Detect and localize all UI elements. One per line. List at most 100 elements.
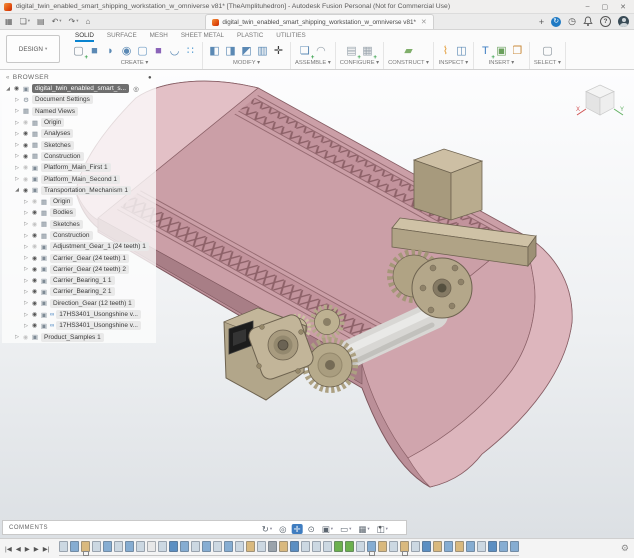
timeline-step-back-button[interactable]: ◀ (16, 545, 21, 553)
recent-files-icon[interactable]: ◷ (568, 17, 576, 26)
collapsed-arrow-icon[interactable]: ▷ (23, 300, 29, 306)
carrier-bearing-flange[interactable] (412, 258, 472, 318)
browser-item-platform-main-first-1[interactable]: ▷◉▣Platform_Main_First 1 (2, 162, 156, 173)
help-icon[interactable]: ? (600, 16, 611, 27)
timeline-feature-icon[interactable] (268, 541, 277, 552)
timeline-feature-icon[interactable] (389, 541, 398, 552)
browser-item-direction-gear-12-teeth-1[interactable]: ▷◉▣Direction_Gear (12 teeth) 1 (2, 298, 156, 309)
stepper-motor-right[interactable] (392, 149, 536, 266)
collapsed-arrow-icon[interactable]: ▷ (14, 142, 20, 148)
ribbon-group-label-create[interactable]: CREATE ▾ (121, 60, 149, 68)
expanded-arrow-icon[interactable]: ◢ (14, 187, 20, 193)
ribbon-tab-sheet-metal[interactable]: SHEET METAL (181, 32, 224, 42)
collapsed-arrow-icon[interactable]: ▷ (14, 153, 20, 159)
timeline-feature-icon[interactable] (488, 541, 497, 552)
move-icon[interactable]: ✛ (271, 43, 286, 60)
visibility-eye-icon[interactable]: ◉ (31, 300, 38, 307)
browser-item-named-views[interactable]: ▷▦Named Views (2, 106, 156, 117)
browser-item-carrier-gear-24-teeth-2[interactable]: ▷◉▣Carrier_Gear (24 teeth) 2 (2, 264, 156, 275)
browser-item-product-samples-1[interactable]: ▷◉▣Product_Samples 1 (2, 332, 156, 343)
timeline-feature-icon[interactable] (356, 541, 365, 552)
collapsed-arrow-icon[interactable]: ▷ (23, 278, 29, 284)
job-status-icon[interactable]: ↻ (551, 17, 561, 27)
extrude-icon[interactable]: ■ (87, 43, 102, 60)
timeline-feature-icon[interactable] (70, 541, 79, 552)
section-analysis-icon[interactable]: ◫ (454, 43, 469, 60)
sweep-icon[interactable]: ◉ (119, 43, 134, 60)
timeline-step-forward-button[interactable]: ▶ (34, 545, 39, 553)
model-canvas[interactable]: « BROWSER ● ◢◉▣digital_twin_enabled_smar… (0, 70, 634, 538)
viewcube-x-label[interactable]: X (576, 107, 580, 113)
collapsed-arrow-icon[interactable]: ▷ (23, 233, 29, 239)
browser-item-platform-main-second-1[interactable]: ▷◉▣Platform_Main_Second 1 (2, 173, 156, 184)
ribbon-tab-utilities[interactable]: UTILITIES (276, 32, 305, 42)
browser-item-origin[interactable]: ▷◉▦Origin (2, 196, 156, 207)
timeline-feature-icon[interactable] (191, 541, 200, 552)
collapsed-arrow-icon[interactable]: ▷ (23, 210, 29, 216)
timeline-feature-icon[interactable] (158, 541, 167, 552)
timeline-feature-icon[interactable] (466, 541, 475, 552)
fillet-icon[interactable]: ◨ (223, 43, 238, 60)
configuration-table-icon[interactable]: ▦+ (360, 43, 375, 60)
timeline-feature-icon[interactable] (312, 541, 321, 552)
patch-icon[interactable]: ◡ (167, 43, 182, 60)
create-sketch-icon[interactable]: ▢+ (71, 43, 86, 60)
visibility-eye-icon[interactable]: ◉ (31, 232, 38, 239)
browser-item-17hs3401-usongshine-v[interactable]: ▷◉▣∞17HS3401_Usongshine v... (2, 309, 156, 320)
timeline-feature-icon[interactable] (125, 541, 134, 552)
timeline-feature-icon[interactable] (345, 541, 354, 552)
visibility-eye-icon[interactable]: ◉ (13, 85, 20, 92)
display-settings-icon[interactable]: ▭▾ (338, 524, 353, 535)
collapsed-arrow-icon[interactable]: ▷ (23, 221, 29, 227)
viewcube-y-label[interactable]: Y (620, 107, 624, 113)
visibility-eye-icon[interactable]: ◉ (22, 187, 29, 194)
collapsed-arrow-icon[interactable]: ▷ (14, 108, 20, 114)
timeline-feature-icon[interactable] (169, 541, 178, 552)
timeline-feature-icon[interactable] (213, 541, 222, 552)
timeline-feature-icon[interactable] (477, 541, 486, 552)
timeline-feature-icon[interactable] (334, 541, 343, 552)
ribbon-group-label-construct[interactable]: CONSTRUCT ▾ (388, 60, 429, 68)
ribbon-tab-plastic[interactable]: PLASTIC (237, 32, 263, 42)
visibility-eye-icon[interactable]: ◉ (22, 334, 29, 341)
timeline-feature-icon[interactable] (103, 541, 112, 552)
undo-icon[interactable]: ↶▾ (52, 18, 62, 26)
collapsed-arrow-icon[interactable]: ▷ (14, 131, 20, 137)
timeline-feature-icon[interactable] (92, 541, 101, 552)
ribbon-group-label-modify[interactable]: MODIFY ▾ (233, 60, 260, 68)
visibility-eye-icon[interactable]: ◉ (22, 119, 29, 126)
save-icon[interactable]: ▤ (37, 18, 45, 26)
browser-item-sketches[interactable]: ▷◉▦Sketches (2, 139, 156, 150)
timeline-feature-icon[interactable] (180, 541, 189, 552)
grid-layout-icon[interactable]: ▦▾ (356, 524, 371, 535)
viewports-icon[interactable]: ◫▾ (375, 524, 390, 535)
minimize-button[interactable]: – (586, 3, 590, 11)
joint-icon[interactable]: ◠ (313, 43, 328, 60)
timeline-feature-icon[interactable] (444, 541, 453, 552)
visibility-eye-icon[interactable]: ◉ (31, 243, 38, 250)
ribbon-group-label-insert[interactable]: INSERT ▾ (489, 60, 515, 68)
zoom-icon[interactable]: ⊙ (306, 524, 317, 535)
timeline-feature-icon[interactable] (246, 541, 255, 552)
timeline-feature-icon[interactable] (224, 541, 233, 552)
visibility-eye-icon[interactable]: ◉ (31, 255, 38, 262)
pan-icon[interactable]: ✛ (292, 524, 303, 535)
browser-item-construction[interactable]: ▷◉▦Construction (2, 151, 156, 162)
timeline-settings-gear-icon[interactable]: ⚙ (621, 543, 629, 554)
select-icon[interactable]: ▢ (540, 43, 555, 60)
browser-item-adjustment-gear-1-24-teeth-1[interactable]: ▷◉▣Adjustment_Gear_1 (24 teeth) 1 (2, 241, 156, 252)
visibility-eye-icon[interactable]: ◉ (22, 176, 29, 183)
insert-dxf-icon[interactable]: ❐ (510, 43, 525, 60)
orbit-icon[interactable]: ↻▾ (260, 524, 274, 535)
visibility-eye-icon[interactable]: ◉ (31, 209, 38, 216)
visibility-eye-icon[interactable]: ◉ (31, 266, 38, 273)
collapsed-arrow-icon[interactable]: ▷ (23, 323, 29, 329)
timeline-feature-icon[interactable] (202, 541, 211, 552)
timeline-play-button[interactable]: ▶ (25, 545, 30, 553)
user-avatar[interactable] (618, 16, 629, 27)
collapsed-arrow-icon[interactable]: ▷ (23, 255, 29, 261)
view-cube[interactable]: X Y (572, 76, 628, 132)
timeline-feature-icon[interactable] (433, 541, 442, 552)
timeline-feature-icon[interactable] (257, 541, 266, 552)
timeline-feature-icon[interactable] (411, 541, 420, 552)
